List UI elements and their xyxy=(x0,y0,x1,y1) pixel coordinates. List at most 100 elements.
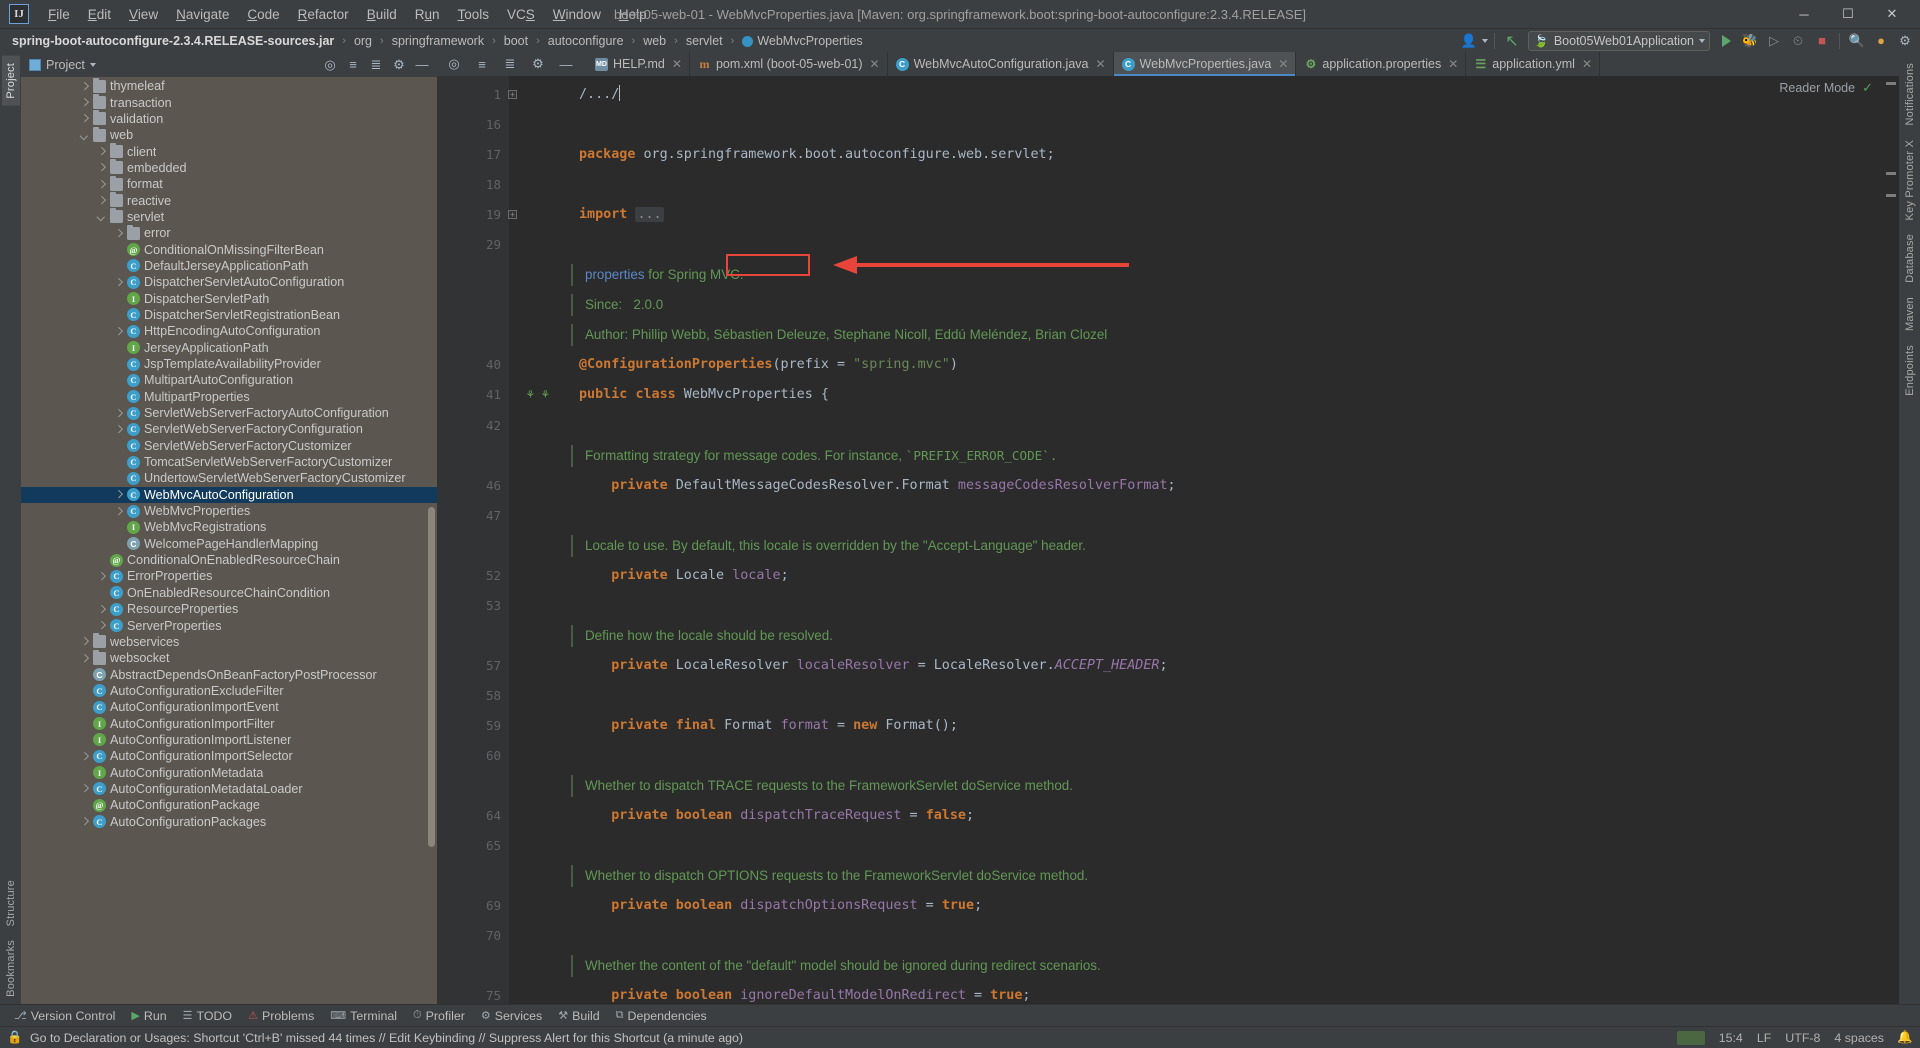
tool-window-services[interactable]: ⚙Services xyxy=(473,1007,550,1025)
debug-icon[interactable]: 🐝 xyxy=(1739,31,1761,51)
close-icon[interactable]: ✕ xyxy=(870,57,880,71)
gutter-line[interactable]: 57 xyxy=(437,651,509,681)
breadcrumb-item-3[interactable]: boot xyxy=(502,33,530,49)
menu-window[interactable]: Window xyxy=(544,3,610,26)
chevron-right-icon[interactable] xyxy=(97,179,107,189)
sidebar-item-key-promoter[interactable]: Key Promoter X xyxy=(1901,133,1919,227)
error-stripe-marker[interactable] xyxy=(1886,172,1896,175)
tree-item[interactable]: IAutoConfigurationMetadata xyxy=(21,764,437,780)
tree-item[interactable]: CAutoConfigurationPackages xyxy=(21,813,437,829)
tree-item[interactable]: transaction xyxy=(21,94,437,110)
sidebar-item-database[interactable]: Database xyxy=(1901,227,1919,290)
tree-item[interactable]: client xyxy=(21,143,437,159)
sidebar-item-structure[interactable]: Structure xyxy=(2,873,20,933)
editor-tab-application-yml[interactable]: ☰application.yml✕ xyxy=(1466,52,1600,76)
close-icon[interactable]: ✕ xyxy=(1095,57,1105,71)
target-icon[interactable]: ◎ xyxy=(319,55,341,75)
tree-item[interactable]: @ConditionalOnEnabledResourceChain xyxy=(21,552,437,568)
gutter-line[interactable] xyxy=(437,621,509,651)
gutter-line[interactable]: 59 xyxy=(437,711,509,741)
reader-mode-indicator[interactable]: Reader Mode ✓ xyxy=(1779,80,1873,96)
menu-vcs[interactable]: VCS xyxy=(498,3,544,26)
tool-window-build[interactable]: ⚒Build xyxy=(550,1007,607,1025)
caret-position[interactable]: 15:4 xyxy=(1719,1031,1743,1045)
menu-navigate[interactable]: Navigate xyxy=(167,3,238,26)
code-line[interactable]: private Locale locale; xyxy=(509,561,1881,591)
settings-icon[interactable]: ⚙ xyxy=(388,55,410,75)
tool-window-terminal[interactable]: ⌨Terminal xyxy=(322,1007,405,1025)
gutter-line[interactable]: 42 xyxy=(437,411,509,441)
gutter-line[interactable] xyxy=(437,861,509,891)
run-configuration-selector[interactable]: 🍃 Boot05Web01Application xyxy=(1528,31,1710,51)
gutter-line[interactable] xyxy=(437,771,509,801)
tree-item[interactable]: servlet xyxy=(21,209,437,225)
chevron-down-icon[interactable] xyxy=(1482,39,1488,43)
code-line[interactable]: private LocaleResolver localeResolver = … xyxy=(509,651,1881,681)
tree-item[interactable]: IWebMvcRegistrations xyxy=(21,519,437,535)
tree-item[interactable]: websocket xyxy=(21,650,437,666)
menu-build[interactable]: Build xyxy=(358,3,406,26)
menu-tools[interactable]: Tools xyxy=(449,3,499,26)
user-icon[interactable]: 👤 xyxy=(1458,31,1480,51)
gutter-line[interactable]: 52 xyxy=(437,561,509,591)
code-line[interactable]: private DefaultMessageCodesResolver.Form… xyxy=(509,471,1881,501)
sidebar-item-endpoints[interactable]: Endpoints xyxy=(1901,338,1919,403)
chevron-right-icon[interactable] xyxy=(114,490,124,500)
editor-tab-help-md[interactable]: MDHELP.md✕ xyxy=(587,52,690,76)
chevron-right-icon[interactable] xyxy=(80,784,90,794)
folded-comment[interactable]: /.../ xyxy=(579,87,619,102)
status-message[interactable]: Go to Declaration or Usages: Shortcut 'C… xyxy=(30,1031,743,1045)
breadcrumb-item-2[interactable]: springframework xyxy=(390,33,486,49)
tree-item[interactable]: embedded xyxy=(21,160,437,176)
gutter-line[interactable]: 60 xyxy=(437,741,509,771)
tree-item[interactable]: CDispatcherServletAutoConfiguration xyxy=(21,274,437,290)
tree-item[interactable]: format xyxy=(21,176,437,192)
tool-window-dependencies[interactable]: ⧉Dependencies xyxy=(608,1007,715,1025)
gutter-line[interactable]: 47 xyxy=(437,501,509,531)
gutter-line[interactable]: 16 xyxy=(437,110,509,140)
editor-code[interactable]: /.../ package org.springframework.boot.a… xyxy=(509,76,1881,1004)
code-line[interactable] xyxy=(509,411,1881,441)
editor-tab-pom-xml-boot-05-web-01-[interactable]: mpom.xml (boot-05-web-01)✕ xyxy=(690,52,888,76)
chevron-right-icon[interactable] xyxy=(114,424,124,434)
tree-item[interactable]: reactive xyxy=(21,192,437,208)
inspections-ok-icon[interactable]: ✓ xyxy=(1862,80,1873,96)
breadcrumb-item-6[interactable]: servlet xyxy=(684,33,725,49)
chevron-right-icon[interactable] xyxy=(97,621,107,631)
tree-item[interactable]: web xyxy=(21,127,437,143)
code-line[interactable] xyxy=(509,591,1881,621)
code-line[interactable]: public class WebMvcProperties { xyxy=(509,380,1881,410)
menu-run[interactable]: Run xyxy=(406,3,449,26)
tool-window-profiler[interactable]: ⏱Profiler xyxy=(405,1007,473,1025)
project-tree-scroll[interactable]: thymeleaftransactionvalidationwebcliente… xyxy=(21,77,437,1004)
code-line[interactable]: import ... xyxy=(509,200,1881,230)
gutter-line[interactable] xyxy=(437,531,509,561)
chevron-right-icon[interactable] xyxy=(114,506,124,516)
menu-code[interactable]: Code xyxy=(238,3,288,26)
chevron-right-icon[interactable] xyxy=(114,326,124,336)
chevron-right-icon[interactable] xyxy=(97,147,107,157)
chevron-right-icon[interactable] xyxy=(80,817,90,827)
tree-item[interactable]: CServletWebServerFactoryCustomizer xyxy=(21,438,437,454)
gutter-line[interactable] xyxy=(437,290,509,320)
tree-item[interactable]: IDispatcherServletPath xyxy=(21,290,437,306)
chevron-down-icon[interactable] xyxy=(90,63,96,67)
tree-item[interactable]: @AutoConfigurationPackage xyxy=(21,797,437,813)
tree-item[interactable]: CDefaultJerseyApplicationPath xyxy=(21,258,437,274)
close-icon[interactable]: ✕ xyxy=(1582,57,1592,71)
close-button[interactable]: ✕ xyxy=(1870,0,1914,28)
gutter-line[interactable]: 1+ xyxy=(437,80,509,110)
vcs-update-icon[interactable]: ↖ xyxy=(1501,31,1523,51)
expand-icon[interactable]: ≣ xyxy=(499,54,521,74)
tree-item[interactable]: @ConditionalOnMissingFilterBean xyxy=(21,241,437,257)
chevron-right-icon[interactable] xyxy=(80,98,90,108)
gutter-line[interactable]: 18 xyxy=(437,170,509,200)
coverage-icon[interactable]: ▷ xyxy=(1763,31,1785,51)
menu-view[interactable]: View xyxy=(120,3,167,26)
target-icon[interactable]: ◎ xyxy=(443,54,465,74)
chevron-right-icon[interactable] xyxy=(114,228,124,238)
tool-window-todo[interactable]: ☰TODO xyxy=(175,1007,240,1025)
code-line[interactable] xyxy=(509,921,1881,951)
gutter-line[interactable]: 29 xyxy=(437,230,509,260)
menu-help[interactable]: Help xyxy=(610,3,656,26)
